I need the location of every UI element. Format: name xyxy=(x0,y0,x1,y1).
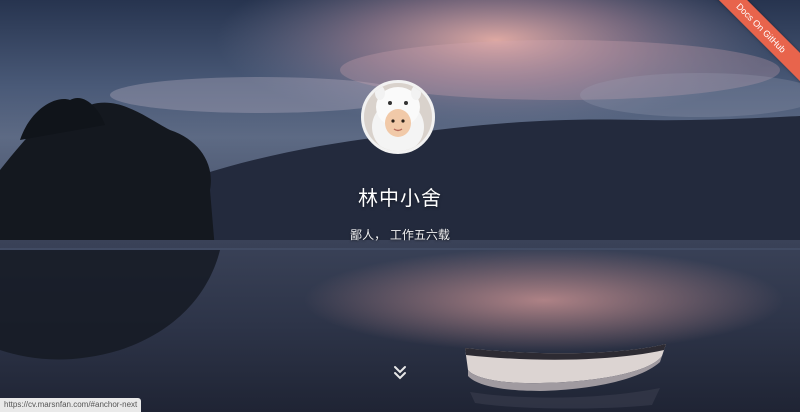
status-bar-url: https://cv.marsnfan.com/#anchor-next xyxy=(0,398,142,412)
page-hero: Docs On GitHub 林中小舍 鄙人， 工作五六载 https://cv… xyxy=(0,0,800,412)
double-chevron-down-icon xyxy=(394,366,406,380)
page-title: 林中小舍 xyxy=(358,186,442,210)
avatar-image xyxy=(364,83,432,151)
bio-text: 鄙人， 工作五六载 xyxy=(350,228,450,242)
avatar xyxy=(361,80,435,154)
scroll-down-button[interactable] xyxy=(390,364,410,382)
